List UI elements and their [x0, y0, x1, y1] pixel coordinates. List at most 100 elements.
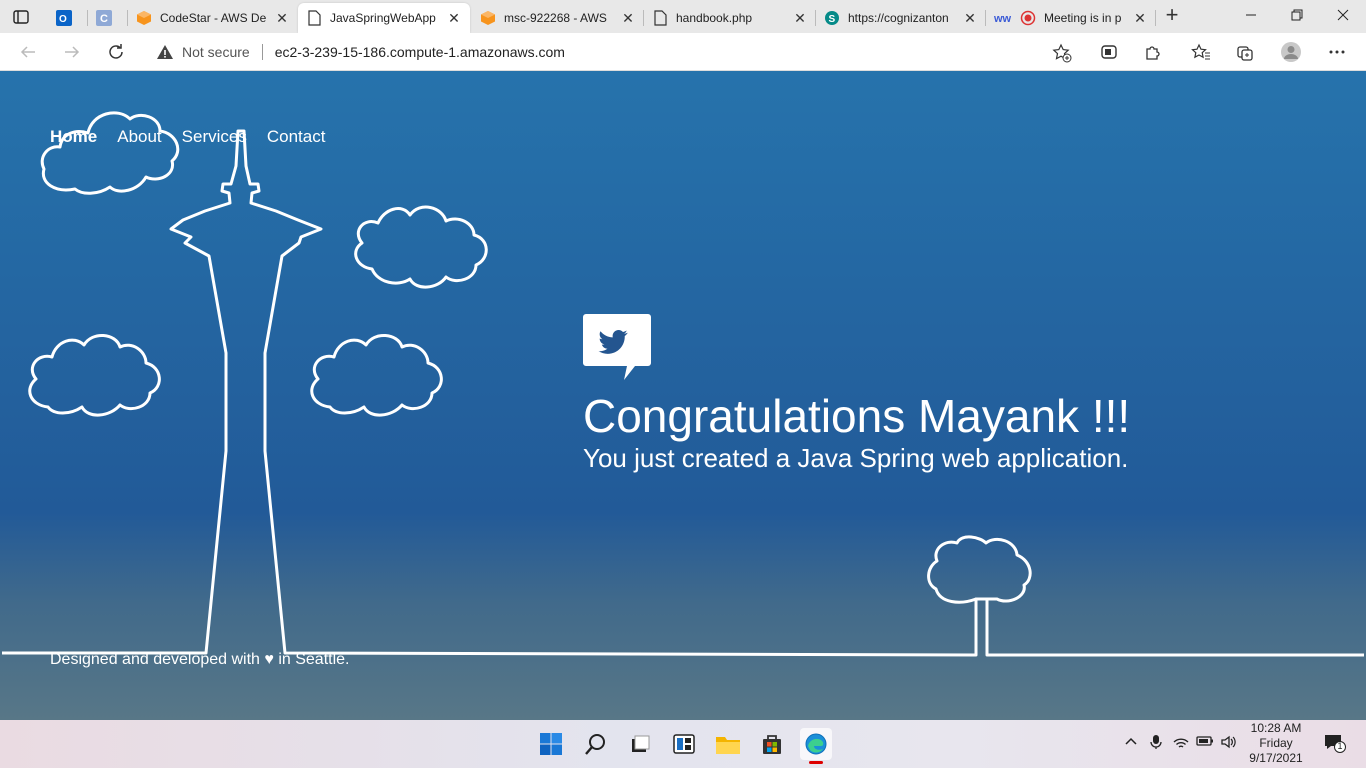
system-clock[interactable]: 10:28 AM Friday 9/17/2021 [1246, 721, 1306, 766]
cloud-drawing [310, 334, 443, 417]
edge-button[interactable] [800, 728, 832, 760]
tab-meeting[interactable]: ww Meeting is in p ✕ [986, 3, 1156, 33]
chevron-up-icon [1125, 737, 1137, 745]
svg-text:C: C [100, 13, 108, 25]
tab-title: JavaSpringWebApp [330, 11, 436, 25]
c-icon: C [96, 10, 112, 26]
notifications-button[interactable]: 1 [1323, 732, 1347, 757]
add-favorite-icon[interactable] [1052, 43, 1072, 63]
tab-outlook[interactable]: O [48, 3, 88, 33]
edge-active-indicator [809, 761, 823, 764]
profile-avatar[interactable] [1280, 41, 1302, 63]
refresh-button[interactable] [102, 39, 130, 65]
edge-browser-icon [805, 733, 827, 755]
close-tab-icon[interactable]: ✕ [792, 10, 808, 26]
page-subtitle: You just created a Java Spring web appli… [583, 443, 1129, 473]
svg-text:O: O [59, 14, 67, 25]
widgets-icon [673, 734, 695, 754]
nav-services-link[interactable]: Services [182, 127, 247, 147]
show-hidden-icons-button[interactable] [1124, 734, 1138, 751]
clock-date: 9/17/2021 [1249, 751, 1303, 765]
collections-icon[interactable] [1098, 41, 1120, 63]
cloud-drawing [40, 111, 180, 195]
close-tab-icon[interactable]: ✕ [274, 10, 290, 26]
warning-icon [157, 45, 173, 59]
wifi-icon[interactable] [1172, 734, 1190, 753]
hero-section: Congratulations Mayank !!! You just crea… [583, 314, 1130, 474]
tab-title: https://cognizanton [848, 11, 949, 25]
task-view-icon [632, 735, 650, 752]
close-tab-icon[interactable]: ✕ [620, 10, 636, 26]
recording-icon: ww [994, 10, 1036, 26]
clock-time: 10:28 AM [1250, 721, 1302, 735]
store-bag-icon [763, 735, 781, 754]
battery-icon[interactable] [1196, 734, 1214, 751]
more-menu-icon[interactable] [1326, 41, 1348, 63]
task-view-button[interactable] [624, 728, 656, 760]
page-icon [306, 10, 322, 26]
footer-text: Designed and developed with ♥ in Seattle… [50, 651, 350, 668]
taskbar: 10:28 AM Friday 9/17/2021 1 [0, 720, 1366, 768]
close-window-button[interactable] [1320, 0, 1366, 30]
security-label[interactable]: Not secure [182, 44, 250, 60]
cloud-drawing [28, 334, 161, 417]
svg-text:S: S [829, 14, 836, 25]
tab-title: Meeting is in p [1044, 11, 1122, 25]
nav-contact-link[interactable]: Contact [267, 127, 326, 147]
page-title: Congratulations Mayank !!! [583, 390, 1131, 442]
store-button[interactable] [756, 728, 788, 760]
forward-arrow-icon [65, 46, 80, 58]
back-button[interactable] [14, 39, 42, 65]
microphone-icon[interactable] [1149, 734, 1163, 753]
tab-handbook[interactable]: handbook.php ✕ [644, 3, 816, 33]
search-button[interactable] [580, 728, 612, 760]
back-arrow-icon [20, 46, 35, 58]
forward-button[interactable] [58, 39, 86, 65]
extensions-icon[interactable] [1142, 41, 1164, 63]
nav-about-link[interactable]: About [117, 127, 161, 147]
web-page: Home About Services Contact Congratulati… [0, 71, 1366, 720]
aws-cube-icon [480, 10, 496, 26]
tab-collections-icon[interactable] [1234, 41, 1256, 63]
volume-icon[interactable] [1220, 734, 1238, 753]
browser-toolbar: Not secure ec2-3-239-15-186.compute-1.am… [0, 33, 1366, 71]
url-text[interactable]: ec2-3-239-15-186.compute-1.amazonaws.com [275, 44, 565, 60]
tab-actions-icon [13, 10, 29, 24]
tab-codestar[interactable]: CodeStar - AWS De ✕ [128, 3, 298, 33]
tab-title: CodeStar - AWS De [160, 11, 267, 25]
tab-strip: O C CodeStar - AWS De ✕ JavaSpringWebApp… [0, 0, 1366, 33]
restore-button[interactable] [1274, 0, 1320, 30]
outlook-icon: O [56, 10, 72, 26]
search-icon [585, 734, 605, 755]
close-tab-icon[interactable]: ✕ [446, 10, 462, 26]
folder-icon [716, 737, 740, 754]
aws-cube-icon [136, 10, 152, 26]
site-navigation: Home About Services Contact [50, 127, 325, 147]
cloud-drawing [354, 205, 488, 289]
tab-msc[interactable]: msc-922268 - AWS ✕ [472, 3, 644, 33]
file-explorer-button[interactable] [712, 728, 744, 760]
close-tab-icon[interactable]: ✕ [962, 10, 978, 26]
tab-title: msc-922268 - AWS [504, 11, 607, 25]
address-bar[interactable]: Not secure ec2-3-239-15-186.compute-1.am… [144, 37, 1080, 67]
nav-home-link[interactable]: Home [50, 127, 97, 147]
widgets-button[interactable] [668, 728, 700, 760]
clock-day: Friday [1259, 736, 1293, 750]
sharepoint-icon: S [824, 10, 840, 26]
tab-cognizant[interactable]: S https://cognizanton ✕ [816, 3, 986, 33]
tree-drawing [927, 535, 1032, 604]
page-icon [652, 10, 668, 26]
tab-title: handbook.php [676, 11, 753, 25]
tab-c[interactable]: C [88, 3, 128, 33]
close-tab-icon[interactable]: ✕ [1132, 10, 1148, 26]
tab-actions-button[interactable] [8, 6, 34, 28]
start-button[interactable] [535, 728, 567, 760]
minimize-button[interactable] [1228, 0, 1274, 30]
new-tab-button[interactable]: + [1160, 4, 1184, 27]
notification-count: 1 [1337, 741, 1343, 751]
favorites-icon[interactable] [1190, 41, 1212, 63]
twitter-bubble-icon[interactable] [583, 314, 651, 381]
windows-logo-icon [540, 733, 562, 755]
tab-javaspringwebapp[interactable]: JavaSpringWebApp ✕ [298, 3, 470, 33]
refresh-icon [109, 44, 123, 59]
